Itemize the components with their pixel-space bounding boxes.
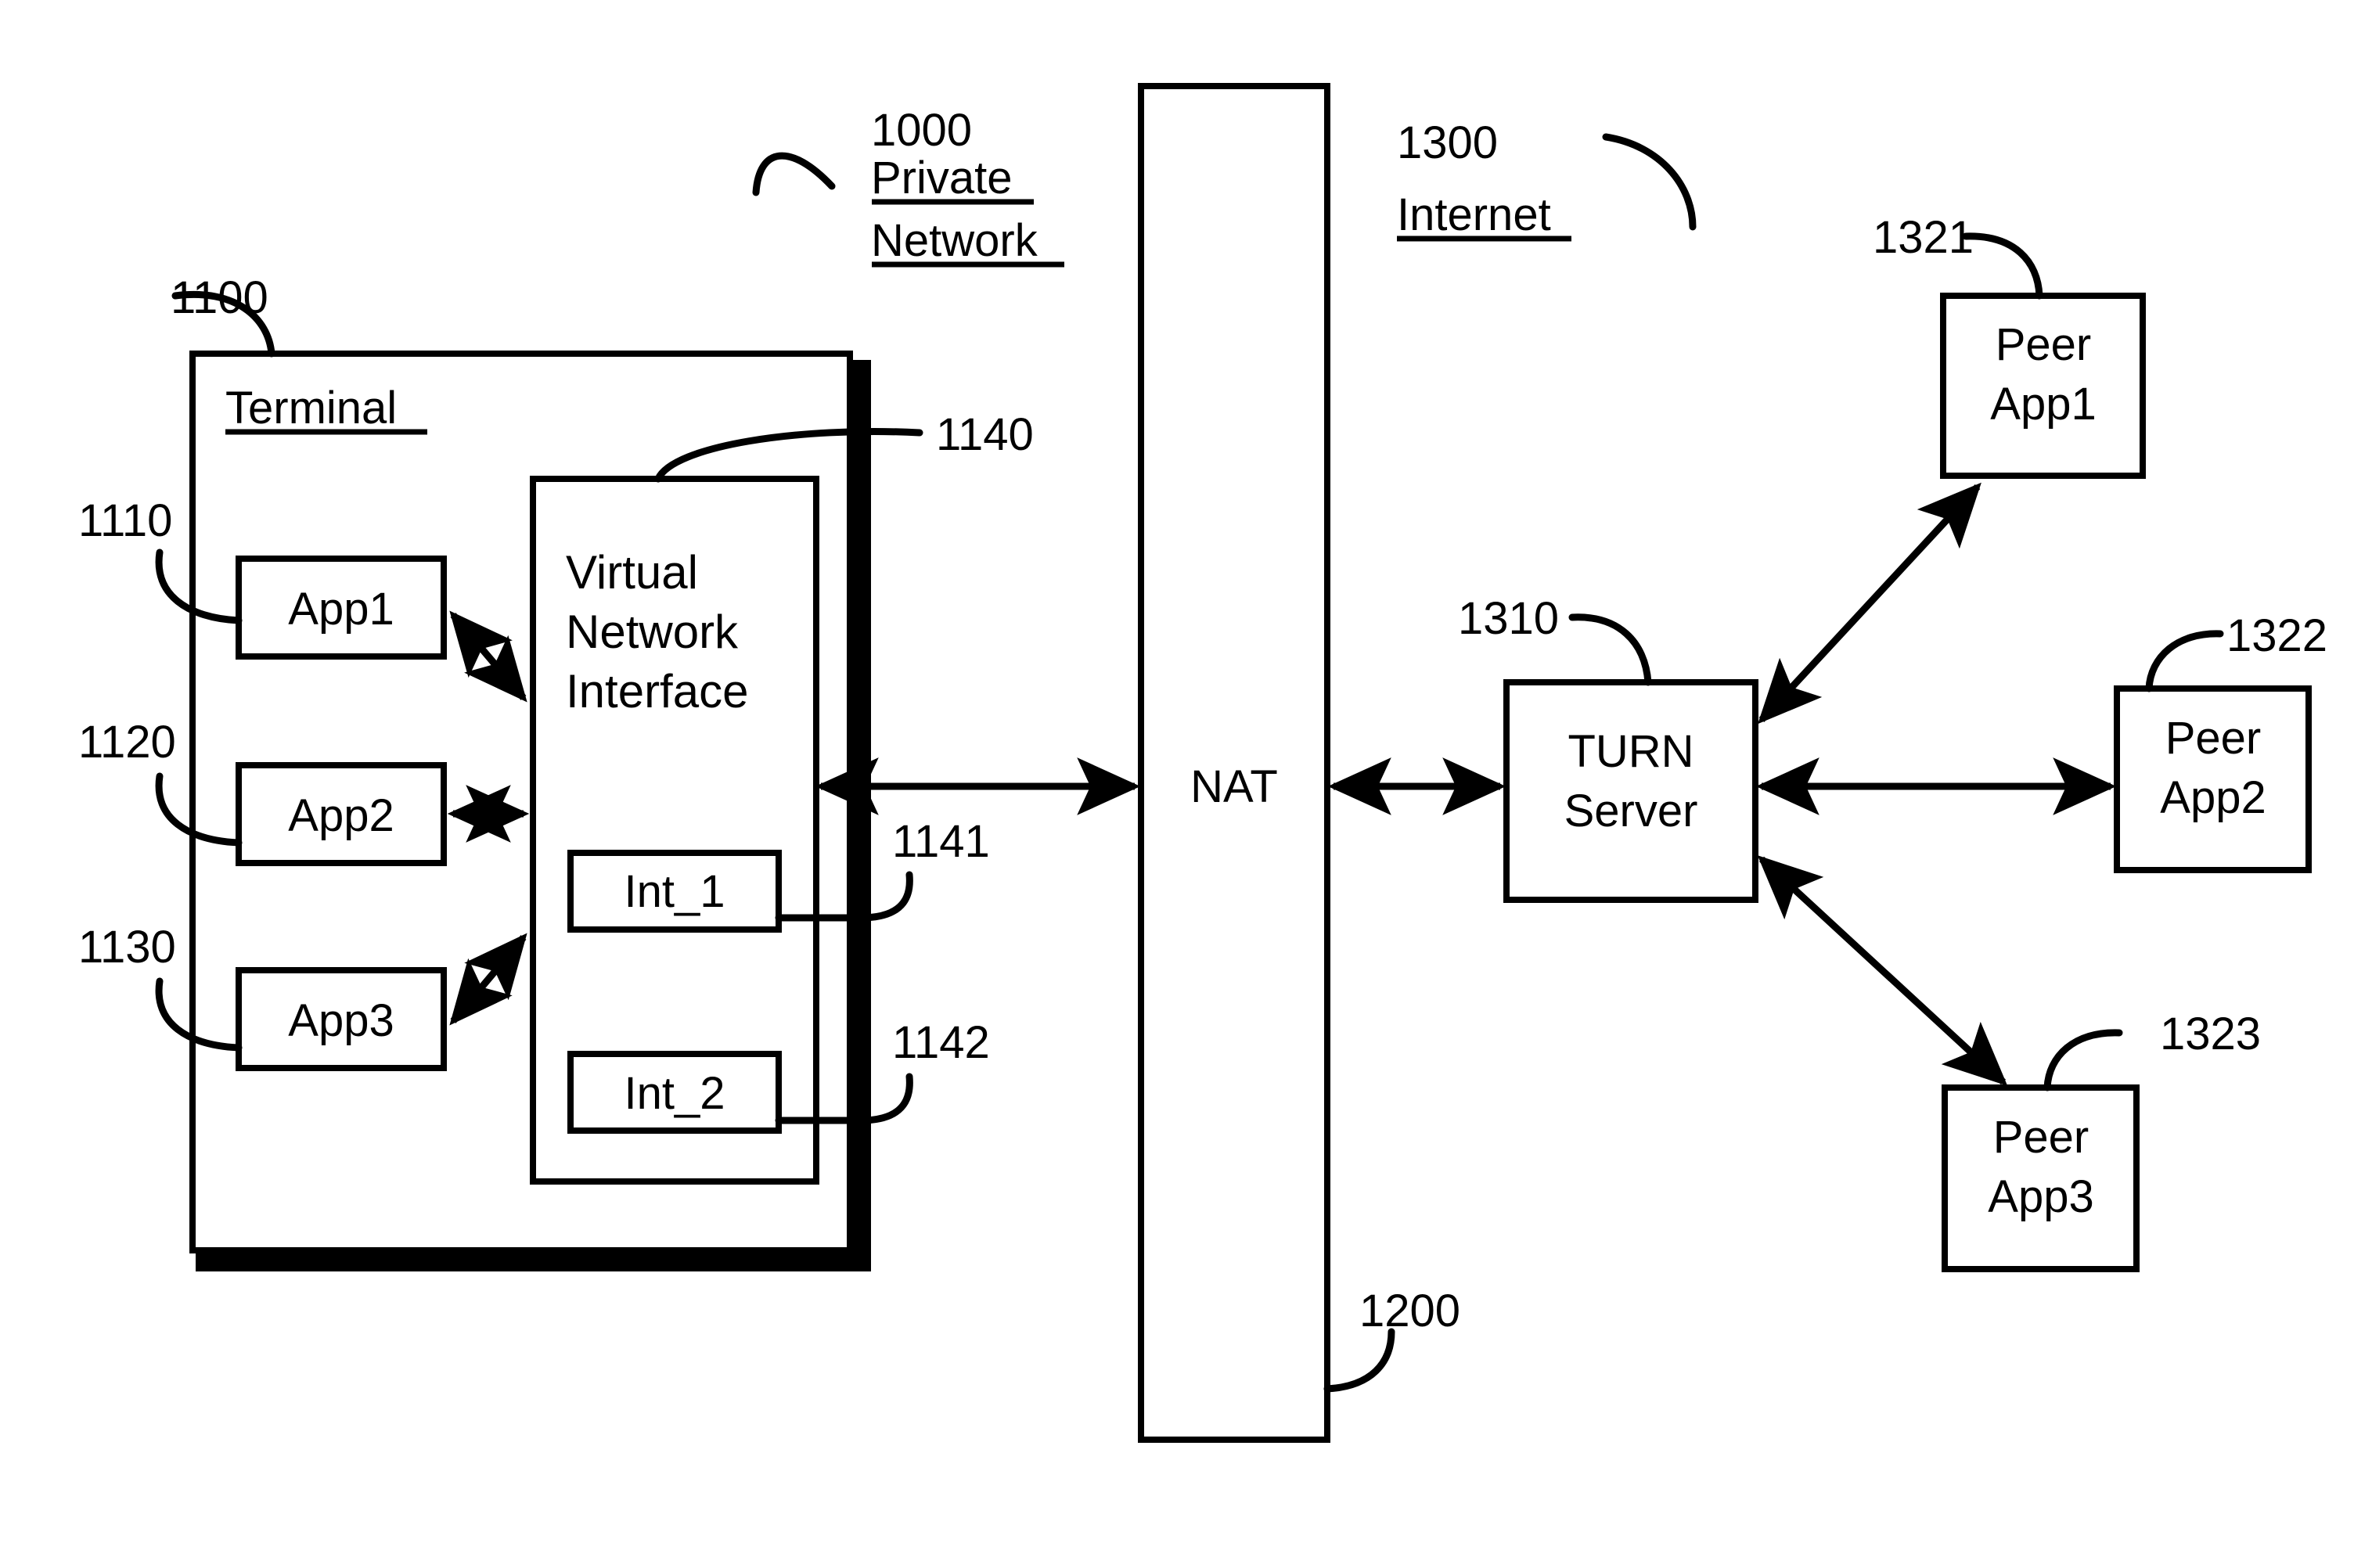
ref-1110: 1110 xyxy=(78,495,172,546)
peer-app2-label-line2: App2 xyxy=(2160,772,2266,823)
peer-app1-label-line1: Peer xyxy=(1996,319,2092,370)
leader-nat xyxy=(1323,1328,1395,1393)
leader-peer-app1 xyxy=(1962,232,2043,300)
connection-turn-peer-app1 xyxy=(1758,482,1981,725)
ref-1200: 1200 xyxy=(1359,1286,1460,1336)
vni-label-line1: Virtual xyxy=(566,546,698,599)
ref-1130: 1130 xyxy=(78,922,176,973)
app3-label: App3 xyxy=(288,995,394,1046)
diagram-canvas: 1000 Private Network 1300 Internet 1100 … xyxy=(0,0,2372,1568)
peer-app2-label-line1: Peer xyxy=(2165,713,2262,764)
private-network-label-line1: Private xyxy=(871,153,1013,203)
peer-app3-label-line1: Peer xyxy=(1993,1112,2089,1163)
ref-1141: 1141 xyxy=(892,816,990,867)
ref-1310: 1310 xyxy=(1458,593,1559,644)
private-network-label-line2: Network xyxy=(871,215,1038,266)
vni-label-line3: Interface xyxy=(566,665,748,717)
ref-1321: 1321 xyxy=(1873,212,1974,263)
peer-app1-label-line2: App1 xyxy=(1990,379,2096,430)
ref-1322: 1322 xyxy=(2226,610,2327,661)
turn-label-line1: TURN xyxy=(1568,726,1694,777)
ref-1000: 1000 xyxy=(871,105,972,156)
ref-1120: 1120 xyxy=(78,717,176,768)
ref-1142: 1142 xyxy=(892,1017,990,1068)
peer-app3-label-line2: App3 xyxy=(1988,1171,2093,1222)
connection-turn-peer-app3 xyxy=(1757,855,2008,1086)
int2-label: Int_2 xyxy=(624,1068,725,1119)
leader-private-network xyxy=(752,152,836,196)
internet-label: Internet xyxy=(1397,189,1551,240)
ref-1323: 1323 xyxy=(2160,1009,2261,1059)
turn-label-line2: Server xyxy=(1564,786,1698,836)
int1-label: Int_1 xyxy=(624,866,725,917)
ref-1300: 1300 xyxy=(1397,117,1498,168)
leader-peer-app3 xyxy=(2043,1029,2123,1091)
app2-label: App2 xyxy=(288,790,394,841)
ref-1140: 1140 xyxy=(936,409,1034,460)
leader-peer-app2 xyxy=(2145,630,2224,692)
leader-internet xyxy=(1602,133,1697,231)
terminal-label: Terminal xyxy=(225,383,397,433)
vni-label-line2: Network xyxy=(566,606,739,658)
ref-1100: 1100 xyxy=(171,272,268,323)
app1-label: App1 xyxy=(288,584,394,635)
nat-label: NAT xyxy=(1190,761,1278,812)
leader-turn xyxy=(1568,613,1652,686)
